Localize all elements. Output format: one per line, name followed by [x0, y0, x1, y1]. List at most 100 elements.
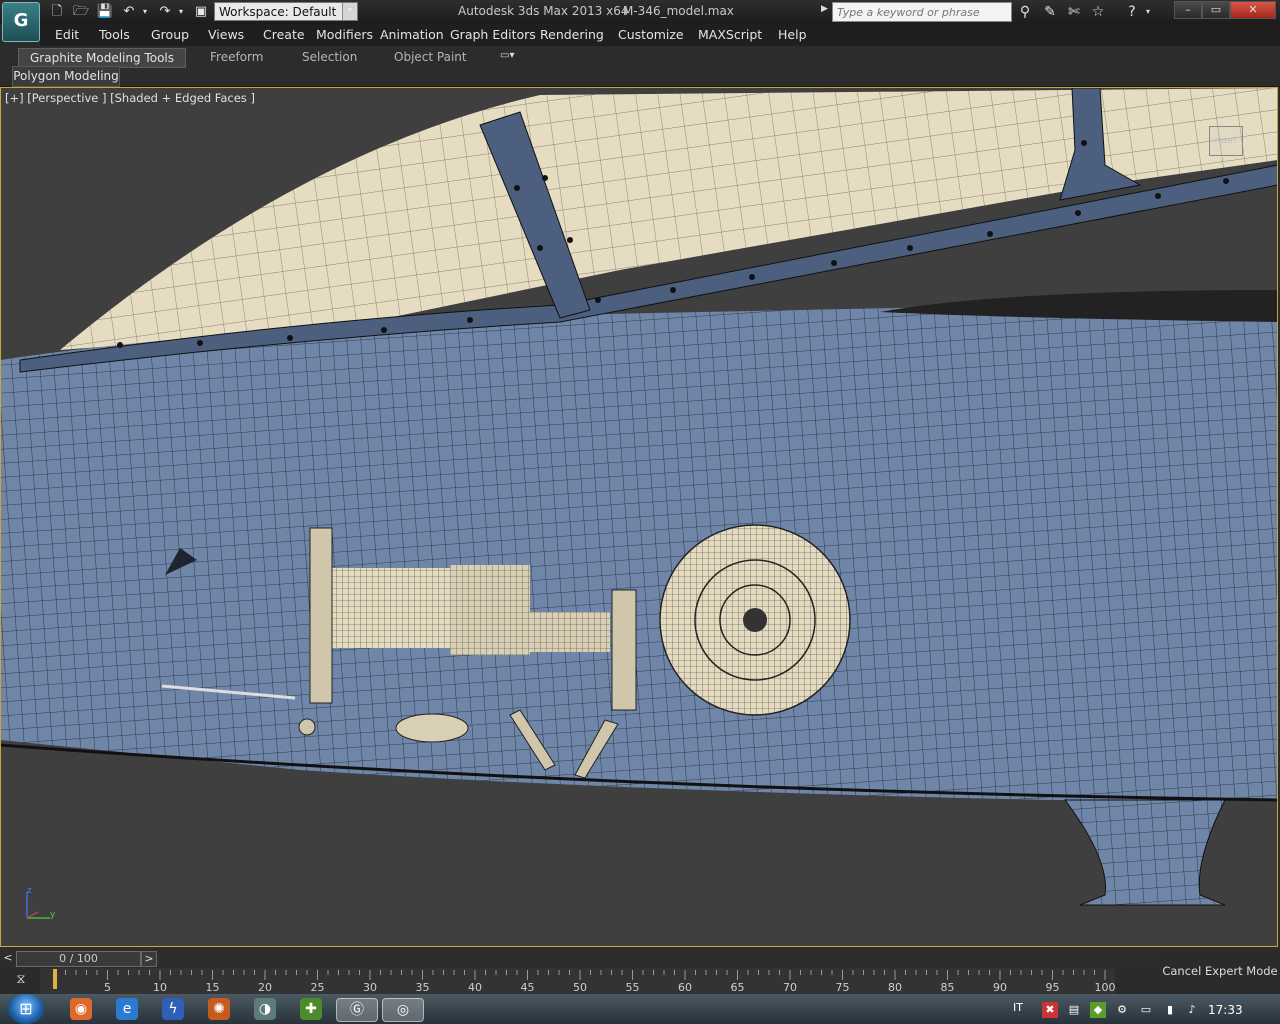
app-title: Autodesk 3ds Max 2013 x64 [458, 4, 629, 18]
redo-icon[interactable]: ↷ [156, 3, 174, 20]
time-prev-button[interactable]: < [2, 951, 14, 965]
track-tick-label: 35 [416, 981, 430, 994]
menu-views[interactable]: Views [208, 27, 244, 42]
minimize-button[interactable]: – [1174, 1, 1202, 19]
subscription-center-icon[interactable]: ✎ [1040, 3, 1060, 21]
tray-app-icon[interactable]: ▤ [1066, 1002, 1082, 1018]
track-tick-label: 60 [678, 981, 692, 994]
firefox-icon[interactable]: ◉ [70, 998, 92, 1020]
track-bar-config-icon[interactable]: ⧖ [10, 972, 32, 992]
ribbon [0, 46, 1280, 87]
axis-x-line [26, 911, 39, 919]
menu-create[interactable]: Create [263, 27, 305, 42]
axis-z-label: z [27, 886, 32, 896]
track-tick-label: 90 [993, 981, 1007, 994]
perspective-viewport[interactable] [0, 87, 1278, 947]
current-frame-marker [53, 969, 57, 989]
network-bars-icon[interactable]: ▮ [1162, 1002, 1178, 1018]
track-bar[interactable]: 5 10 15 20 25 30 35 40 45 50 55 60 65 70 75 80 85 90 95 100 [40, 968, 1115, 994]
maximize-button[interactable]: ▭ [1202, 1, 1230, 19]
track-tick-label: 75 [836, 981, 850, 994]
app-green-icon[interactable]: ✚ [300, 998, 322, 1020]
track-tick-label: 50 [573, 981, 587, 994]
nvidia-icon[interactable]: ◆ [1090, 1002, 1106, 1018]
taskbar-viewer[interactable]: ◎ [382, 998, 424, 1022]
display-icon[interactable]: ▭ [1138, 1002, 1154, 1018]
menu-help[interactable]: Help [778, 27, 807, 42]
track-tick-label: 40 [468, 981, 482, 994]
taskbar-3dsmax[interactable]: Ⓖ [336, 998, 378, 1022]
application-button[interactable]: G [2, 2, 40, 42]
menu-maxscript[interactable]: MAXScript [698, 27, 762, 42]
track-tick-label: 15 [206, 981, 220, 994]
time-next-button[interactable]: > [141, 951, 157, 967]
track-tick-label: 95 [1046, 981, 1060, 994]
file-title: M-346_model.max [623, 4, 734, 18]
track-tick-label: 55 [626, 981, 640, 994]
volume-icon[interactable]: ♪ [1184, 1002, 1200, 1018]
search-expand-icon[interactable]: ▶ [821, 4, 831, 20]
project-folder-icon[interactable]: ▣ [192, 3, 210, 20]
track-tick-label: 65 [731, 981, 745, 994]
track-tick-label: 30 [363, 981, 377, 994]
language-indicator[interactable]: IT [1013, 1001, 1023, 1014]
help-dropdown-icon[interactable]: ▾ [1143, 3, 1153, 21]
track-tick-label: 45 [521, 981, 535, 994]
blender-icon[interactable]: ✺ [208, 998, 230, 1020]
menu-rendering[interactable]: Rendering [540, 27, 604, 42]
tab-freeform[interactable]: Freeform [210, 48, 263, 66]
undo-icon[interactable]: ↶ [120, 3, 138, 20]
workspace-label: Workspace: Default [219, 5, 337, 19]
track-tick-label: 20 [258, 981, 272, 994]
menu-modifiers[interactable]: Modifiers [316, 27, 373, 42]
track-tick-label: 100 [1095, 981, 1116, 994]
track-tick-label: 5 [104, 981, 111, 994]
new-file-icon[interactable]: 🗋 [48, 3, 66, 20]
track-tick-label: 80 [888, 981, 902, 994]
menu-group[interactable]: Group [151, 27, 189, 42]
wheel [659, 524, 851, 716]
time-slider[interactable]: 0 / 100 [16, 951, 141, 967]
menu-graph-editors[interactable]: Graph Editors [450, 27, 536, 42]
binoculars-icon[interactable]: ⚲ [1015, 3, 1035, 21]
panel-polygon-modeling[interactable]: Polygon Modeling [12, 66, 120, 87]
axis-y-label: y [50, 910, 56, 920]
track-tick-label: 10 [153, 981, 167, 994]
help-icon[interactable]: ? [1122, 3, 1142, 21]
viewcube[interactable]: RIGHT [1209, 126, 1243, 156]
tab-graphite-modeling-tools[interactable]: Graphite Modeling Tools [18, 48, 186, 68]
track-tick-label: 85 [941, 981, 955, 994]
viewport-label[interactable]: [+] [Perspective ] [Shaded + Edged Faces… [5, 91, 255, 105]
save-icon[interactable]: 💾 [96, 3, 114, 20]
start-button[interactable]: ⊞ [8, 994, 44, 1024]
favorites-star-icon[interactable]: ☆ [1088, 3, 1108, 21]
tab-selection[interactable]: Selection [302, 48, 357, 66]
time-slider-bar [0, 947, 1160, 967]
app-lightning-icon[interactable]: ϟ [162, 998, 184, 1020]
windows-taskbar [0, 994, 1280, 1024]
workspace-menu-icon[interactable]: ▼ [344, 3, 356, 20]
search-input[interactable] [832, 2, 1012, 22]
ribbon-options-icon[interactable]: ▭▾ [500, 50, 520, 62]
mesh-render [1, 88, 1277, 919]
clock: 17:33 [1208, 1003, 1243, 1017]
open-file-icon[interactable]: 🗁 [72, 3, 90, 20]
communication-center-icon[interactable]: ✄ [1064, 3, 1084, 21]
workspace-select[interactable]: Workspace: Default ▼ [214, 2, 358, 21]
track-tick-label: 25 [311, 981, 325, 994]
cancel-expert-mode-button[interactable]: Cancel Expert Mode [1160, 958, 1280, 994]
menu-tools[interactable]: Tools [99, 27, 130, 42]
tray-network-icon[interactable]: ⚙ [1114, 1002, 1130, 1018]
tab-object-paint[interactable]: Object Paint [394, 48, 467, 66]
app-sphere-icon[interactable]: ◑ [254, 998, 276, 1020]
action-center-icon[interactable]: ✖ [1042, 1002, 1058, 1018]
undo-dropdown-icon[interactable]: ▾ [140, 3, 150, 20]
internet-explorer-icon[interactable]: e [116, 998, 138, 1020]
close-button[interactable]: ✕ [1230, 1, 1276, 19]
redo-dropdown-icon[interactable]: ▾ [176, 3, 186, 20]
track-ticks: 5 10 15 20 25 30 35 40 45 50 55 60 65 70 75 80 85 90 95 100 [53, 969, 1116, 994]
track-tick-label: 70 [783, 981, 797, 994]
menu-animation[interactable]: Animation [380, 27, 444, 42]
menu-edit[interactable]: Edit [55, 27, 79, 42]
menu-customize[interactable]: Customize [618, 27, 684, 42]
